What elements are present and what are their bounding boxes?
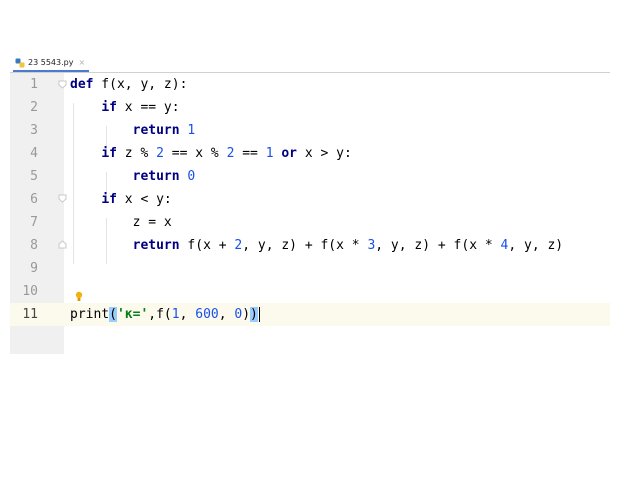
code-line[interactable]: return 1 <box>70 119 196 142</box>
fold-open-icon[interactable] <box>58 80 67 89</box>
code-token: return <box>132 238 180 253</box>
code-token: 1 <box>171 307 180 322</box>
code-token: z = x <box>70 215 172 230</box>
line-number: 11 <box>22 307 38 322</box>
code-line[interactable]: def f(x, y, z): <box>70 73 187 96</box>
code-token: or <box>281 146 298 161</box>
editor-tab-bar: 23 5543.py × <box>10 53 610 73</box>
code-token: x == y: <box>116 100 180 115</box>
code-token: 0 <box>187 169 196 184</box>
python-file-icon <box>15 58 25 67</box>
code-token: ,f( <box>148 307 172 322</box>
code-token: == <box>234 146 266 161</box>
code-token: x < y: <box>116 192 172 207</box>
code-line[interactable]: if z % 2 == x % 2 == 1 or x > y: <box>70 142 352 165</box>
matched-bracket: ( <box>109 307 117 322</box>
code-line[interactable]: if x < y: <box>70 188 172 211</box>
code-line[interactable]: if x == y: <box>70 96 180 119</box>
code-token: f(x + <box>179 238 235 253</box>
file-tab-label: 23 5543.py <box>28 58 74 67</box>
code-editor[interactable]: 23 5543.py × 1 2 3 4 5 6 7 8 9 10 11 def f(x, y, z… <box>10 53 610 354</box>
line-number: 9 <box>30 261 38 276</box>
matched-bracket: ) <box>250 307 258 322</box>
code-token: 1 <box>187 123 196 138</box>
code-token: return <box>132 169 180 184</box>
code-line[interactable]: return 0 <box>70 165 196 188</box>
code-token: , <box>179 307 196 322</box>
code-token: z % <box>116 146 157 161</box>
lightbulb-icon[interactable] <box>75 291 83 303</box>
line-number: 1 <box>30 77 38 92</box>
line-number: 5 <box>30 169 38 184</box>
code-token: x > y: <box>297 146 352 161</box>
code-token: if <box>101 146 117 161</box>
code-line[interactable]: z = x <box>70 211 172 234</box>
code-token: , y, z) <box>508 238 564 253</box>
code-token: == x % <box>163 146 227 161</box>
code-token: print <box>70 307 110 322</box>
code-token: , <box>218 307 235 322</box>
code-token: f(x, y, z): <box>93 77 188 92</box>
code-token: , y, z) + f(x * <box>242 238 368 253</box>
line-number: 7 <box>30 215 38 230</box>
code-token: 600 <box>195 307 219 322</box>
fold-open-icon[interactable] <box>58 194 67 203</box>
code-token: if <box>101 192 117 207</box>
line-number: 10 <box>22 284 38 299</box>
line-number: 4 <box>30 146 38 161</box>
line-number: 8 <box>30 238 38 253</box>
code-token: 'к=' <box>116 307 149 322</box>
code-token: def <box>70 77 94 92</box>
code-line[interactable]: print('к=',f(1, 600, 0)) <box>70 303 260 326</box>
code-line[interactable]: return f(x + 2, y, z) + f(x * 3, y, z) +… <box>70 234 564 257</box>
file-tab[interactable]: 23 5543.py × <box>13 55 90 72</box>
fold-close-icon[interactable] <box>58 240 67 249</box>
code-token: , y, z) + f(x * <box>375 238 501 253</box>
line-number: 2 <box>30 100 38 115</box>
code-token: if <box>101 100 117 115</box>
code-token: return <box>132 123 180 138</box>
code-token: 2 <box>156 146 164 161</box>
code-token: 1 <box>265 146 274 161</box>
text-caret <box>258 307 260 322</box>
line-number: 6 <box>30 192 38 207</box>
code-token: ) <box>242 307 251 322</box>
line-number: 3 <box>30 123 38 138</box>
close-tab-icon[interactable]: × <box>78 58 85 67</box>
